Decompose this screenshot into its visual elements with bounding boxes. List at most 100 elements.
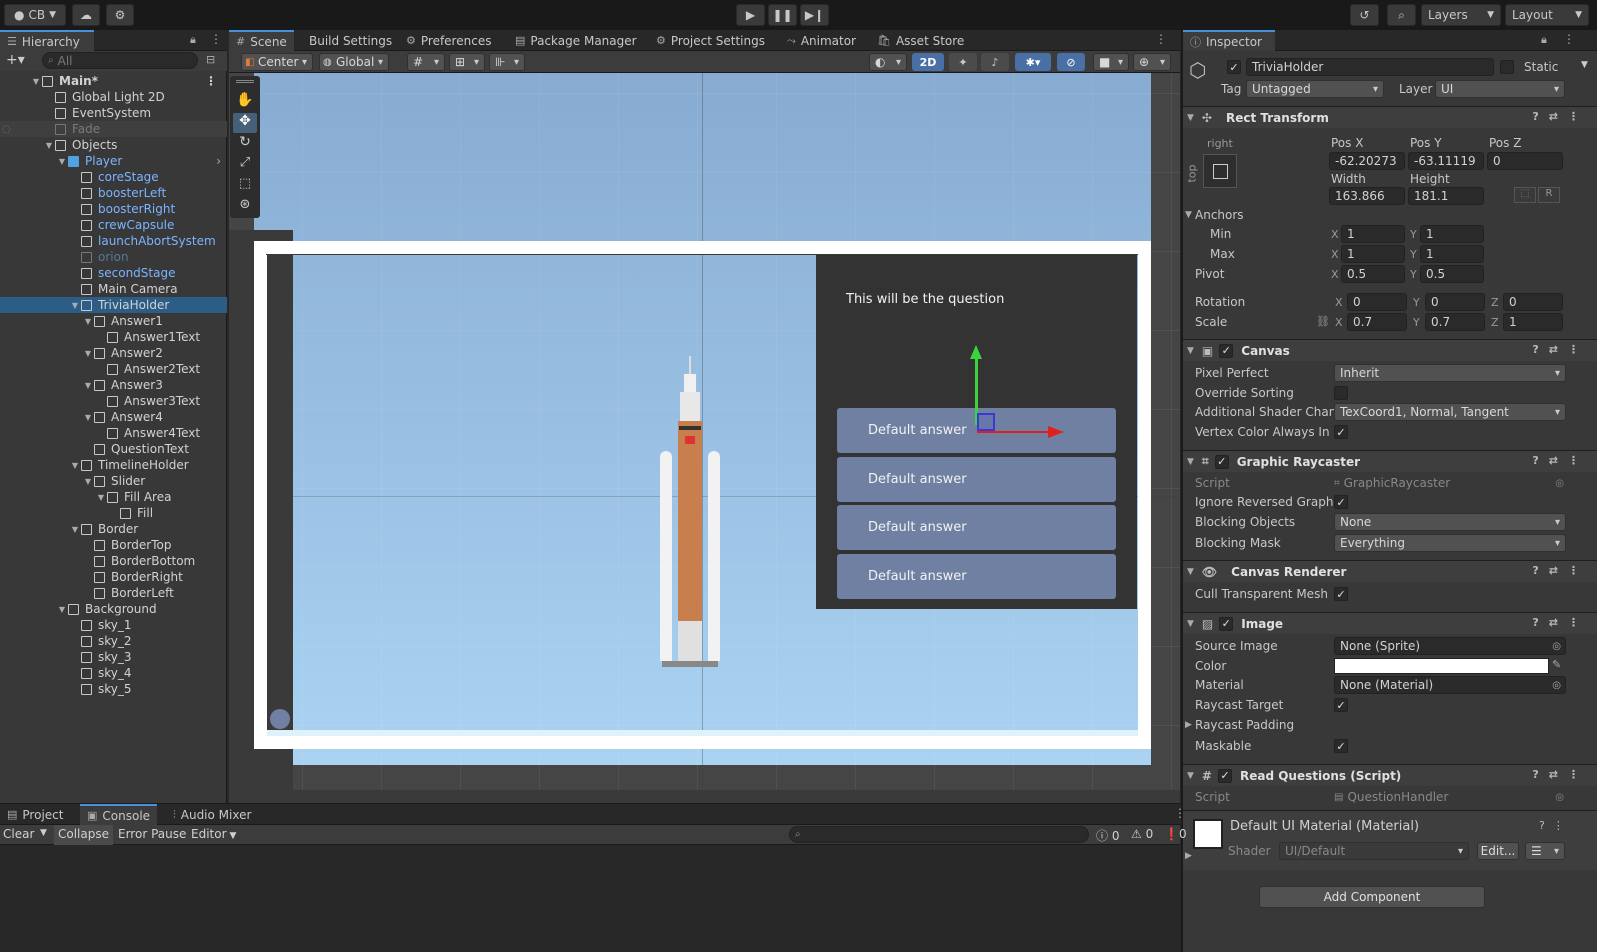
cull-mesh-checkbox[interactable]: ✓ [1334,587,1348,601]
foldout-arrow-icon[interactable]: ▼ [56,157,68,166]
hierarchy-item[interactable]: sky_4 [0,665,227,681]
collapse-toggle[interactable]: Collapse [54,825,113,845]
hierarchy-item[interactable]: QuestionText [0,441,227,457]
hierarchy-item[interactable]: crewCapsule [0,217,227,233]
hierarchy-item[interactable]: ▼ Objects [0,137,227,153]
tab-audio-mixer[interactable]: ⫶ Audio Mixer [166,804,258,825]
answer-button[interactable]: Default answer [837,456,1116,502]
foldout-arrow-icon[interactable]: ▼ [43,141,55,150]
anchor-min-y-field[interactable]: 1 [1420,225,1484,243]
blocking-mask-dropdown[interactable]: Everything [1334,534,1566,552]
raw-edit-button[interactable]: R [1538,187,1560,203]
hierarchy-item[interactable]: ▼ TimelineHolder [0,457,227,473]
foldout-arrow-icon[interactable]: ▼ [82,349,94,358]
hierarchy-item[interactable]: secondStage [0,265,227,281]
more-icon[interactable]: ⋮ [1174,806,1186,820]
grid-snap-button[interactable]: # [407,53,445,71]
scene-view[interactable]: This will be the question Default answer… [229,73,1180,790]
rotation-x-field[interactable]: 0 [1347,293,1407,311]
eyedropper-icon[interactable]: ✎ [1552,658,1561,671]
hierarchy-item[interactable]: ▼ Answer2 [0,345,227,361]
layout-dropdown[interactable]: Layout ▼ [1505,4,1589,26]
link-icon[interactable]: ⛓ [1316,315,1330,328]
shader-dropdown[interactable]: UI/Default [1279,842,1469,860]
override-sorting-checkbox[interactable] [1334,386,1348,400]
rect-tool-icon[interactable]: ⬚ [233,176,257,196]
canvas-enabled-checkbox[interactable]: ✓ [1219,343,1234,358]
chevron-right-icon[interactable]: ▶ [1185,851,1192,861]
hierarchy-item[interactable]: launchAbortSystem [0,233,227,249]
effects-toggle[interactable]: ✱▾ [1015,53,1051,71]
foldout-arrow-icon[interactable]: ▼ [82,381,94,390]
hierarchy-item[interactable]: Answer3Text [0,393,227,409]
hierarchy-item[interactable]: orion [0,249,227,265]
account-dropdown[interactable]: ● CB ▼ [4,4,66,26]
camera-button[interactable]: ■ [1093,53,1129,71]
error-pause-toggle[interactable]: Error Pause [118,827,186,841]
hierarchy-item[interactable]: Fade ◌ [0,121,227,137]
anchor-min-x-field[interactable]: 1 [1341,225,1405,243]
answer-button[interactable]: Default answer [837,505,1116,550]
draw-mode-button[interactable]: ◐ [869,53,907,71]
move-gizmo-x-arrow[interactable] [1048,426,1064,438]
color-swatch[interactable] [1334,658,1549,674]
object-name-field[interactable]: TriviaHolder [1246,58,1494,76]
tab-build-settings[interactable]: Build Settings [302,30,399,51]
more-icon[interactable]: ⋮ [1155,32,1167,46]
rect-transform-header[interactable]: ▼ ✣ Rect Transform ?⇄⋮ [1183,106,1597,128]
image-enabled-checkbox[interactable]: ✓ [1219,616,1234,631]
console-search-input[interactable]: ⌕ [789,826,1089,843]
lock-icon[interactable]: 🔒︎ [1541,33,1547,47]
material-field[interactable]: None (Material) ◎ [1334,676,1566,694]
foldout-arrow-icon[interactable]: ▼ [69,461,81,470]
step-button[interactable]: ▶❙ [800,4,829,26]
foldout-arrow-icon[interactable]: ▼ [82,413,94,422]
posy-field[interactable]: -63.11119 [1408,152,1484,170]
pivot-x-field[interactable]: 0.5 [1341,265,1405,283]
tab-package-manager[interactable]: ▤ Package Manager [508,30,644,51]
pixel-perfect-dropdown[interactable]: Inherit [1334,364,1566,382]
canvas-header[interactable]: ▼ ▣ ✓ Canvas ?⇄⋮ [1183,339,1597,361]
foldout-arrow-icon[interactable]: ▼ [69,301,81,310]
gizmos-button[interactable]: ⊕ [1133,53,1171,71]
toggle-2d-button[interactable]: 2D [912,53,944,71]
shader-options-dropdown[interactable]: ☰ [1525,842,1565,860]
ignore-reversed-checkbox[interactable]: ✓ [1334,495,1348,509]
tab-project-settings[interactable]: ⚙ Project Settings [649,30,772,51]
rotate-tool-icon[interactable]: ↻ [233,134,257,154]
space-dropdown[interactable]: ◍ Global [319,53,389,71]
scale-z-field[interactable]: 1 [1503,313,1563,331]
warning-count-toggle[interactable]: ⚠ 0 [1131,827,1153,841]
active-checkbox[interactable]: ✓ [1227,60,1241,74]
move-tool-icon[interactable]: ✥ [233,113,257,133]
chevron-down-icon[interactable]: ▼ [1581,60,1588,70]
more-icon[interactable]: ⋮ [210,32,222,46]
raycaster-script-field[interactable]: ⌗ GraphicRaycaster ◎ [1334,474,1566,492]
component-menu-icons[interactable]: ?⇄⋮ [1532,616,1589,629]
hierarchy-item[interactable]: Main Camera [0,281,227,297]
add-component-button[interactable]: Add Component [1259,886,1485,908]
play-button[interactable]: ▶ [736,4,765,26]
tab-scene[interactable]: # Scene [229,30,294,51]
raycast-target-checkbox[interactable]: ✓ [1334,698,1348,712]
scale-x-field[interactable]: 0.7 [1347,313,1407,331]
material-menu-icons[interactable]: ?⋮ [1539,819,1572,832]
script-enabled-checkbox[interactable]: ✓ [1217,768,1232,783]
hierarchy-item[interactable]: Global Light 2D [0,89,227,105]
hierarchy-item[interactable]: ▼ Slider [0,473,227,489]
hierarchy-item[interactable]: ▼ Answer3 [0,377,227,393]
grid-visibility-button[interactable]: ⊞ [449,53,485,71]
move-gizmo-plane[interactable] [977,413,995,431]
tab-animator[interactable]: ⤳ Animator [780,30,863,51]
hierarchy-item[interactable]: Answer1Text [0,329,227,345]
pause-button[interactable]: ❚❚ [768,4,797,26]
hierarchy-item[interactable]: ▼ Answer1 [0,313,227,329]
hierarchy-item[interactable]: sky_1 [0,617,227,633]
posz-field[interactable]: 0 [1487,152,1563,170]
collab-button[interactable]: ⚙ [106,4,134,26]
hierarchy-item[interactable]: ▼ Background [0,601,227,617]
maskable-checkbox[interactable]: ✓ [1334,739,1348,753]
rotation-y-field[interactable]: 0 [1425,293,1485,311]
foldout-arrow-icon[interactable]: ▼ [95,493,107,502]
foldout-arrow-icon[interactable]: ▼ [69,525,81,534]
